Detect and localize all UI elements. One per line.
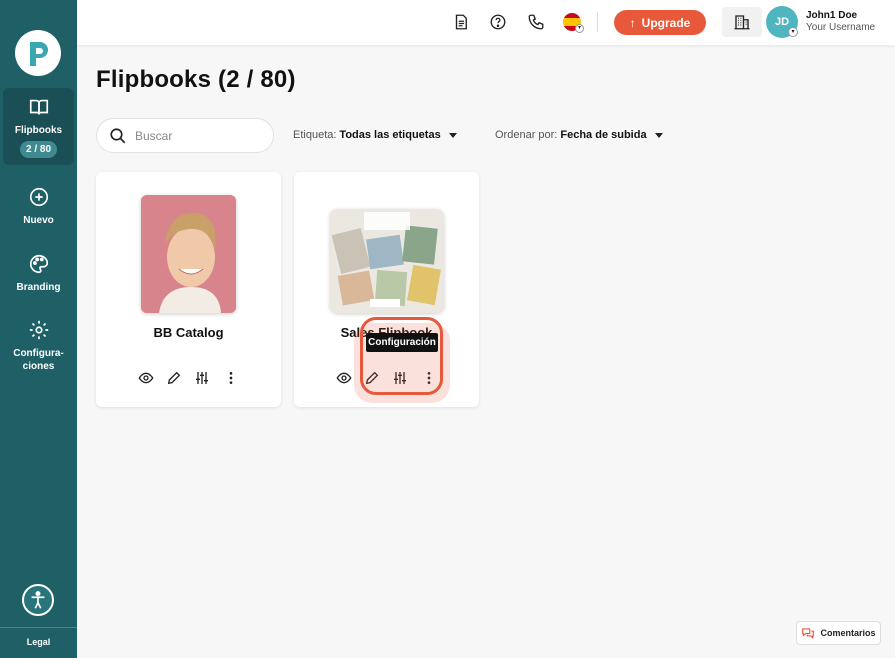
flipbook-title[interactable]: BB Catalog — [96, 325, 281, 340]
palette-icon — [28, 253, 50, 275]
tooltip: Configuración — [366, 333, 438, 352]
book-open-icon — [28, 96, 50, 118]
sidebar-item-flipbooks[interactable]: Flipbooks 2 / 80 — [3, 88, 74, 165]
app-logo[interactable] — [15, 30, 61, 76]
arrow-up-icon: ↑ — [629, 15, 636, 30]
flipbook-card[interactable]: BB Catalog — [96, 172, 281, 407]
help-icon[interactable] — [488, 12, 508, 32]
sidebar-item-label: Flipbooks — [14, 125, 63, 136]
chat-icon — [802, 628, 815, 640]
view-icon[interactable] — [335, 369, 353, 387]
focus-highlight-ring — [360, 317, 443, 395]
caret-down-icon — [448, 132, 457, 138]
search-icon — [110, 127, 126, 143]
card-actions — [96, 369, 281, 387]
sidebar-item-label: Configura- ciones — [13, 348, 64, 372]
legal-link[interactable]: Legal — [0, 637, 77, 647]
user-name[interactable]: John1 Doe — [806, 10, 857, 21]
building-icon — [734, 15, 750, 30]
sidebar-divider — [0, 627, 77, 628]
more-options-icon[interactable] — [222, 369, 240, 387]
tag-filter-dropdown[interactable]: Etiqueta: Todas las etiquetas — [293, 129, 457, 141]
sort-dropdown[interactable]: Ordenar por: Fecha de subida — [495, 129, 663, 141]
sidebar: Flipbooks 2 / 80 Nuevo Branding Configur… — [0, 0, 77, 658]
sidebar-item-nuevo[interactable]: Nuevo — [3, 186, 74, 227]
company-button[interactable] — [722, 7, 762, 37]
logo-icon — [30, 42, 48, 66]
sidebar-item-configuraciones[interactable]: Configura- ciones — [3, 319, 74, 373]
sort-value: Fecha de subida — [560, 129, 647, 141]
flipbook-count-badge: 2 / 80 — [19, 141, 58, 158]
page-title: Flipbooks (2 / 80) — [96, 66, 296, 93]
sort-label: Ordenar por: — [495, 129, 558, 141]
upgrade-label: Upgrade — [641, 15, 691, 30]
sidebar-item-branding[interactable]: Branding — [3, 253, 74, 294]
comments-button[interactable]: Comentarios — [796, 621, 881, 645]
sidebar-item-label: Nuevo — [23, 215, 54, 226]
gear-icon — [28, 319, 50, 341]
accessibility-button[interactable] — [22, 584, 54, 616]
top-header: ▾ ↑ Upgrade JD ▾ John1 Doe Your Username — [77, 0, 895, 45]
caret-down-icon — [654, 132, 663, 138]
search-box[interactable] — [96, 118, 274, 153]
edit-icon[interactable] — [165, 369, 183, 387]
tag-filter-value: Todas las etiquetas — [339, 129, 441, 141]
upgrade-button[interactable]: ↑ Upgrade — [614, 10, 706, 35]
document-icon[interactable] — [451, 12, 471, 32]
chevron-down-icon: ▾ — [575, 24, 584, 33]
accessibility-icon — [31, 591, 45, 609]
comments-label: Comentarios — [820, 628, 876, 638]
plus-circle-icon — [28, 186, 50, 208]
view-icon[interactable] — [137, 369, 155, 387]
chevron-down-icon: ▾ — [788, 27, 798, 37]
header-divider — [597, 12, 598, 32]
flipbook-thumbnail[interactable] — [141, 195, 236, 313]
search-input[interactable] — [135, 128, 255, 143]
sidebar-item-label: Branding — [16, 282, 61, 293]
settings-sliders-icon[interactable] — [193, 369, 211, 387]
tag-filter-label: Etiqueta: — [293, 129, 337, 141]
user-subtitle: Your Username — [806, 22, 876, 33]
phone-icon[interactable] — [526, 12, 546, 32]
flipbook-thumbnail[interactable] — [330, 209, 444, 313]
